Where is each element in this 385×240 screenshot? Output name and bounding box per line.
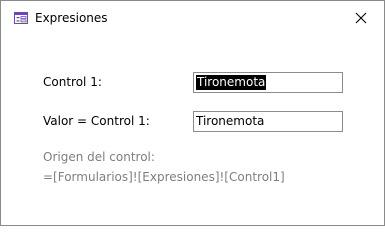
control1-label: Control 1: <box>43 75 102 89</box>
valor-label: Valor = Control 1: <box>43 114 150 128</box>
form-icon <box>14 12 28 24</box>
close-icon <box>355 12 367 24</box>
window-title: Expresiones <box>35 11 108 25</box>
title-bar[interactable]: Expresiones <box>1 1 384 37</box>
origin-label: Origen del control: <box>43 150 155 164</box>
close-button[interactable] <box>338 1 384 35</box>
valor-value: Tironemota <box>196 114 265 128</box>
control1-value: Tironemota <box>196 75 267 90</box>
valor-textbox[interactable]: Tironemota <box>193 111 343 132</box>
dialog-window: Expresiones Control 1: Tironemota Valor … <box>0 0 385 226</box>
origin-value: =[Formularios]![Expresiones]![Control1] <box>43 170 285 184</box>
control1-textbox[interactable]: Tironemota <box>193 72 343 93</box>
